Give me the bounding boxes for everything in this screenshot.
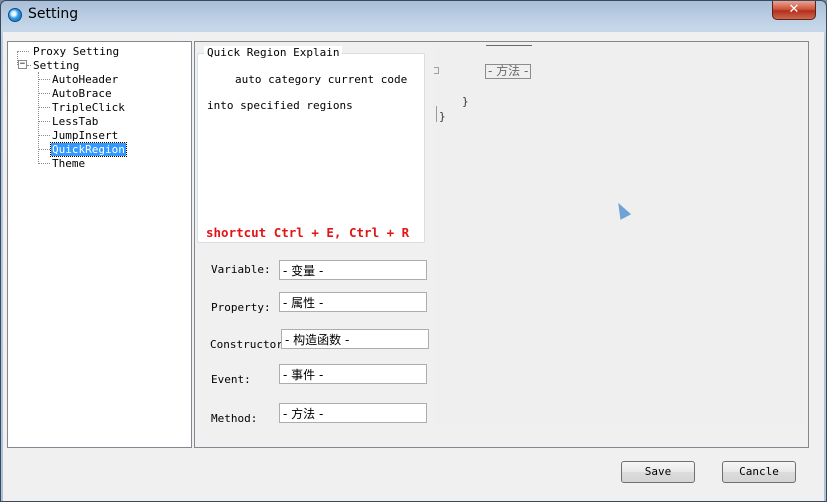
tree-item-lesstab[interactable]: LessTab	[52, 115, 98, 128]
tree-item-theme[interactable]: Theme	[52, 157, 85, 170]
method-label: Method:	[211, 412, 258, 425]
constructor-input[interactable]	[281, 329, 429, 349]
tree-item-jumpinsert[interactable]: JumpInsert	[52, 129, 118, 142]
tree-item-autobrace[interactable]: AutoBrace	[52, 87, 112, 100]
settings-window: Setting ✕ Proxy Setting − Setting AutoHe…	[0, 0, 827, 502]
tree-connector	[38, 163, 50, 164]
fold-line	[436, 106, 437, 122]
close-button[interactable]: ✕	[772, 1, 816, 20]
variable-input[interactable]	[279, 260, 427, 280]
method-input[interactable]	[279, 403, 427, 423]
collapse-icon[interactable]: −	[18, 60, 27, 69]
tree-item-quickregion[interactable]: QuickRegion	[50, 142, 127, 157]
tree-item-setting[interactable]: Setting	[33, 59, 79, 72]
tree-connector	[38, 135, 50, 136]
tree-connector	[38, 72, 39, 164]
cancel-button[interactable]: Cancle	[722, 461, 796, 483]
save-button[interactable]: Save	[621, 461, 695, 483]
event-label: Event:	[211, 373, 251, 386]
tree-connector	[38, 121, 50, 122]
collapsed-region: - 方法 -	[485, 64, 532, 79]
variable-label: Variable:	[211, 263, 271, 276]
app-icon	[8, 8, 22, 22]
property-input[interactable]	[279, 292, 427, 312]
tree-item-proxy-setting[interactable]: Proxy Setting	[33, 45, 119, 58]
tree-connector	[38, 107, 50, 108]
tree-connector	[27, 65, 31, 66]
title-bar: Setting ✕	[1, 1, 826, 31]
constructor-label: Constructor:	[210, 338, 290, 351]
explain-title: Quick Region Explain	[204, 46, 343, 59]
tree-item-tripleclick[interactable]: TripleClick	[52, 101, 125, 114]
tree-item-autoheader[interactable]: AutoHeader	[52, 73, 118, 86]
settings-tree: Proxy Setting − Setting AutoHeader AutoB…	[7, 41, 192, 448]
tree-connector	[38, 149, 50, 150]
tree-connector	[38, 93, 50, 94]
shortcut-text: shortcut Ctrl + E, Ctrl + R	[206, 225, 410, 240]
inner-brace: }	[462, 95, 469, 108]
outer-brace: }	[439, 110, 446, 123]
property-label: Property:	[211, 301, 271, 314]
window-title: Setting	[28, 6, 79, 22]
explain-line-2: into specified regions	[207, 99, 353, 112]
region-preview: - 方法 - } }	[434, 44, 806, 424]
fold-marker-icon	[434, 67, 439, 74]
event-input[interactable]	[279, 364, 427, 384]
explain-line-1: auto category current code	[235, 73, 408, 86]
preview-divider	[486, 45, 532, 46]
tree-connector	[38, 79, 50, 80]
tree-connector	[17, 51, 29, 52]
